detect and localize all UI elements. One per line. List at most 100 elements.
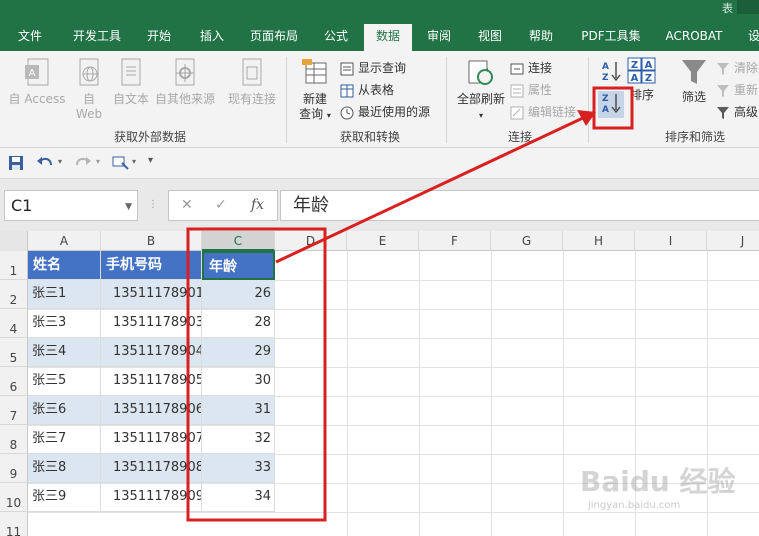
connections-button[interactable]: 连接 — [510, 59, 552, 77]
tab-help[interactable]: 帮助 — [519, 24, 563, 51]
redo-dropdown-icon[interactable]: ▾ — [96, 157, 100, 166]
tab-view[interactable]: 视图 — [468, 24, 512, 51]
row-header-7[interactable]: 7 — [0, 396, 28, 425]
reapply-filter-button[interactable]: 重新 — [716, 81, 758, 99]
table-header-name[interactable]: 姓名 — [28, 251, 101, 280]
column-header-c[interactable]: C — [202, 231, 275, 251]
cell-phone[interactable]: 13511178903 — [101, 309, 202, 338]
cell-phone[interactable]: 13511178905 — [101, 367, 202, 396]
tab-data[interactable]: 数据 — [364, 24, 412, 51]
cancel-icon[interactable]: ✕ — [181, 197, 193, 213]
refresh-all-button[interactable]: 全部刷新 ▾ — [452, 57, 510, 123]
tab-home[interactable]: 开始 — [137, 24, 181, 51]
customize-qat-icon[interactable]: ▾ — [148, 155, 153, 166]
tab-page-layout[interactable]: 页面布局 — [241, 24, 307, 51]
formula-input[interactable]: 年龄 — [280, 190, 759, 221]
name-box-value: C1 — [11, 196, 33, 215]
row-header-5[interactable]: 5 — [0, 338, 28, 367]
properties-button[interactable]: 属性 — [510, 81, 552, 99]
row-header-6[interactable]: 6 — [0, 367, 28, 396]
column-header-b[interactable]: B — [101, 231, 202, 251]
sort-descending-button[interactable]: Z A — [598, 91, 624, 118]
cell-name[interactable]: 张三5 — [28, 367, 101, 396]
undo-icon[interactable] — [36, 155, 54, 171]
undo-dropdown-icon[interactable]: ▾ — [58, 157, 62, 166]
name-box[interactable]: C1 ▼ — [4, 190, 138, 221]
chevron-down-icon[interactable]: ▼ — [125, 193, 132, 222]
existing-connections-icon — [242, 58, 262, 86]
cell-name[interactable]: 张三6 — [28, 396, 101, 425]
redo-icon[interactable] — [74, 155, 92, 171]
filter-button[interactable]: 筛选 — [674, 57, 714, 105]
cell-age[interactable]: 31 — [202, 396, 275, 425]
tab-developer[interactable]: 开发工具 — [64, 24, 130, 51]
column-header-f[interactable]: F — [419, 231, 491, 251]
text-file-icon — [121, 58, 141, 86]
row-header-4[interactable]: 4 — [0, 309, 28, 338]
cell-phone[interactable]: 13511178904 — [101, 338, 202, 367]
cell-age[interactable]: 29 — [202, 338, 275, 367]
cell-name[interactable]: 张三7 — [28, 425, 101, 454]
select-all-corner[interactable] — [0, 231, 28, 251]
tab-insert[interactable]: 插入 — [190, 24, 234, 51]
cell-name[interactable]: 张三1 — [28, 280, 101, 309]
column-header-d[interactable]: D — [275, 231, 347, 251]
table-header-phone[interactable]: 手机号码 — [101, 251, 202, 280]
column-header-h[interactable]: H — [563, 231, 635, 251]
sort-ascending-button[interactable]: A Z — [598, 59, 624, 86]
cell-age[interactable]: 32 — [202, 425, 275, 454]
tab-settings[interactable]: 设 — [744, 24, 759, 51]
from-table-button[interactable]: 从表格 — [340, 81, 394, 99]
cell-age[interactable]: 30 — [202, 367, 275, 396]
enter-icon[interactable]: ✓ — [215, 197, 227, 213]
advanced-filter-button[interactable]: 高级 — [716, 103, 758, 121]
existing-connections-button[interactable]: 现有连接 — [224, 57, 280, 107]
from-text-button[interactable]: 自文本 — [110, 57, 152, 107]
cell-phone[interactable]: 13511178906 — [101, 396, 202, 425]
new-query-button[interactable]: 新建 查询 ▾ — [292, 57, 338, 123]
tab-review[interactable]: 审阅 — [417, 24, 461, 51]
cell-age[interactable]: 34 — [202, 483, 275, 512]
column-header-j[interactable]: J — [707, 231, 759, 251]
row-header-11[interactable]: 11 — [0, 512, 28, 536]
row-header-1[interactable]: 1 — [0, 251, 28, 280]
from-other-sources-button[interactable]: 自其他来源 — [154, 57, 216, 107]
save-icon[interactable] — [8, 155, 24, 171]
table-header-age[interactable]: 年龄 — [202, 251, 275, 280]
tab-file[interactable]: 文件 — [8, 24, 52, 51]
touch-dropdown-icon[interactable]: ▾ — [132, 157, 136, 166]
cell-name[interactable]: 张三9 — [28, 483, 101, 512]
cell-age[interactable]: 26 — [202, 280, 275, 309]
clear-filter-button[interactable]: 清除 — [716, 59, 758, 77]
insert-function-icon[interactable]: fx — [251, 197, 264, 213]
row-header-9[interactable]: 9 — [0, 454, 28, 483]
row-header-8[interactable]: 8 — [0, 425, 28, 454]
column-header-i[interactable]: I — [635, 231, 707, 251]
cell-phone[interactable]: 13511178908 — [101, 454, 202, 483]
row-header-10[interactable]: 10 — [0, 483, 28, 512]
touch-mode-icon[interactable] — [112, 155, 130, 171]
tab-pdf-tools[interactable]: PDF工具集 — [573, 24, 649, 51]
show-queries-button[interactable]: 显示查询 — [340, 59, 406, 77]
tab-formulas[interactable]: 公式 — [314, 24, 358, 51]
new-query-icon — [302, 59, 327, 84]
edit-links-button[interactable]: 编辑链接 — [510, 103, 576, 121]
cell-phone[interactable]: 13511178907 — [101, 425, 202, 454]
cell-phone[interactable]: 13511178901 — [101, 280, 202, 309]
row-header-2[interactable]: 2 — [0, 280, 28, 309]
cell-name[interactable]: 张三3 — [28, 309, 101, 338]
reapply-filter-label: 重新 — [734, 83, 759, 97]
recent-sources-button[interactable]: 最近使用的源 — [340, 103, 430, 121]
cell-name[interactable]: 张三4 — [28, 338, 101, 367]
column-header-g[interactable]: G — [491, 231, 563, 251]
cell-age[interactable]: 33 — [202, 454, 275, 483]
cell-age[interactable]: 28 — [202, 309, 275, 338]
tab-acrobat[interactable]: ACROBAT — [656, 24, 732, 51]
from-web-button[interactable]: 自 Web — [72, 57, 106, 122]
cell-phone[interactable]: 13511178909 — [101, 483, 202, 512]
sort-button[interactable]: Z A A Z 排序 — [626, 57, 658, 103]
column-header-e[interactable]: E — [347, 231, 419, 251]
column-header-a[interactable]: A — [28, 231, 101, 251]
from-access-button[interactable]: A 自 Access — [6, 57, 68, 107]
cell-name[interactable]: 张三8 — [28, 454, 101, 483]
